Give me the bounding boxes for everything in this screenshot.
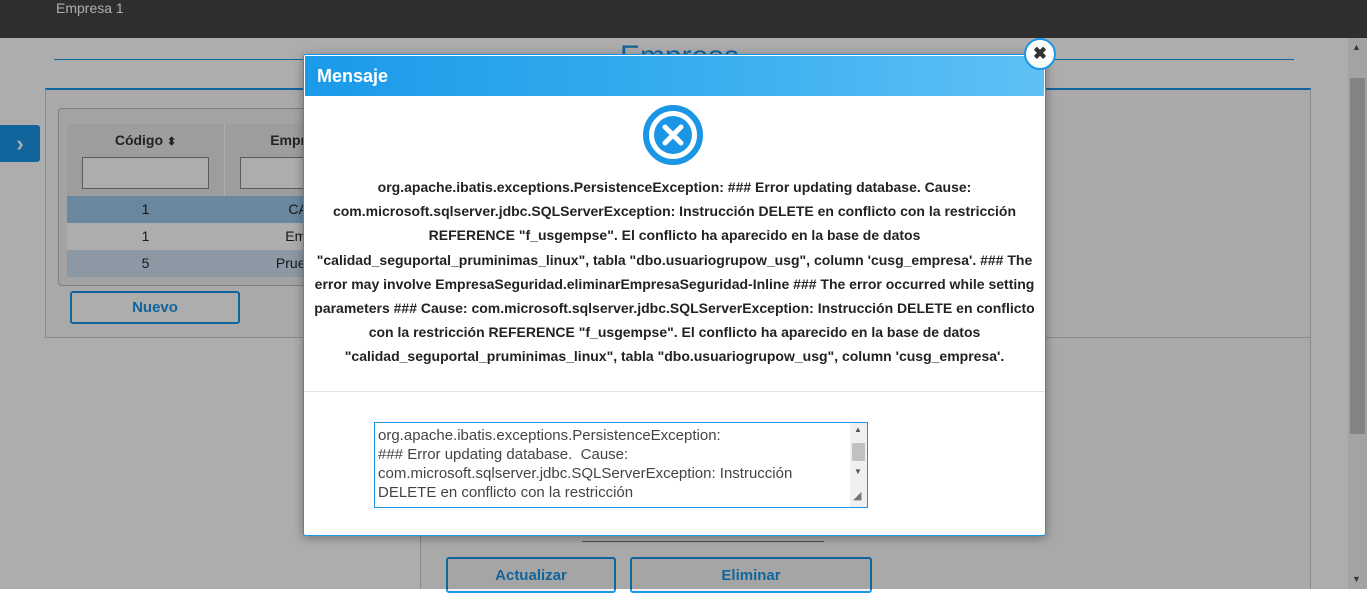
scroll-down-icon[interactable]: ▼ bbox=[854, 467, 862, 476]
error-dialog: Mensaje org.apache.ibatis.exceptions.Per… bbox=[303, 54, 1046, 536]
close-button[interactable]: ✖ bbox=[1024, 38, 1056, 70]
dialog-header: Mensaje bbox=[305, 56, 1044, 96]
scroll-up-icon[interactable]: ▲ bbox=[854, 425, 862, 434]
error-detail-textarea[interactable]: org.apache.ibatis.exceptions.Persistence… bbox=[374, 422, 868, 508]
error-message: org.apache.ibatis.exceptions.Persistence… bbox=[314, 179, 1035, 365]
close-icon: ✖ bbox=[1032, 44, 1048, 63]
scrollbar-thumb[interactable] bbox=[852, 443, 865, 461]
error-detail-text: org.apache.ibatis.exceptions.Persistence… bbox=[378, 427, 793, 501]
resize-grip-icon[interactable]: ◢ bbox=[853, 489, 861, 502]
textarea-scrollbar[interactable]: ▲ ▼ ◢ bbox=[850, 423, 867, 507]
error-icon bbox=[643, 105, 703, 165]
dialog-divider bbox=[304, 391, 1045, 392]
dialog-title: Mensaje bbox=[317, 66, 389, 86]
